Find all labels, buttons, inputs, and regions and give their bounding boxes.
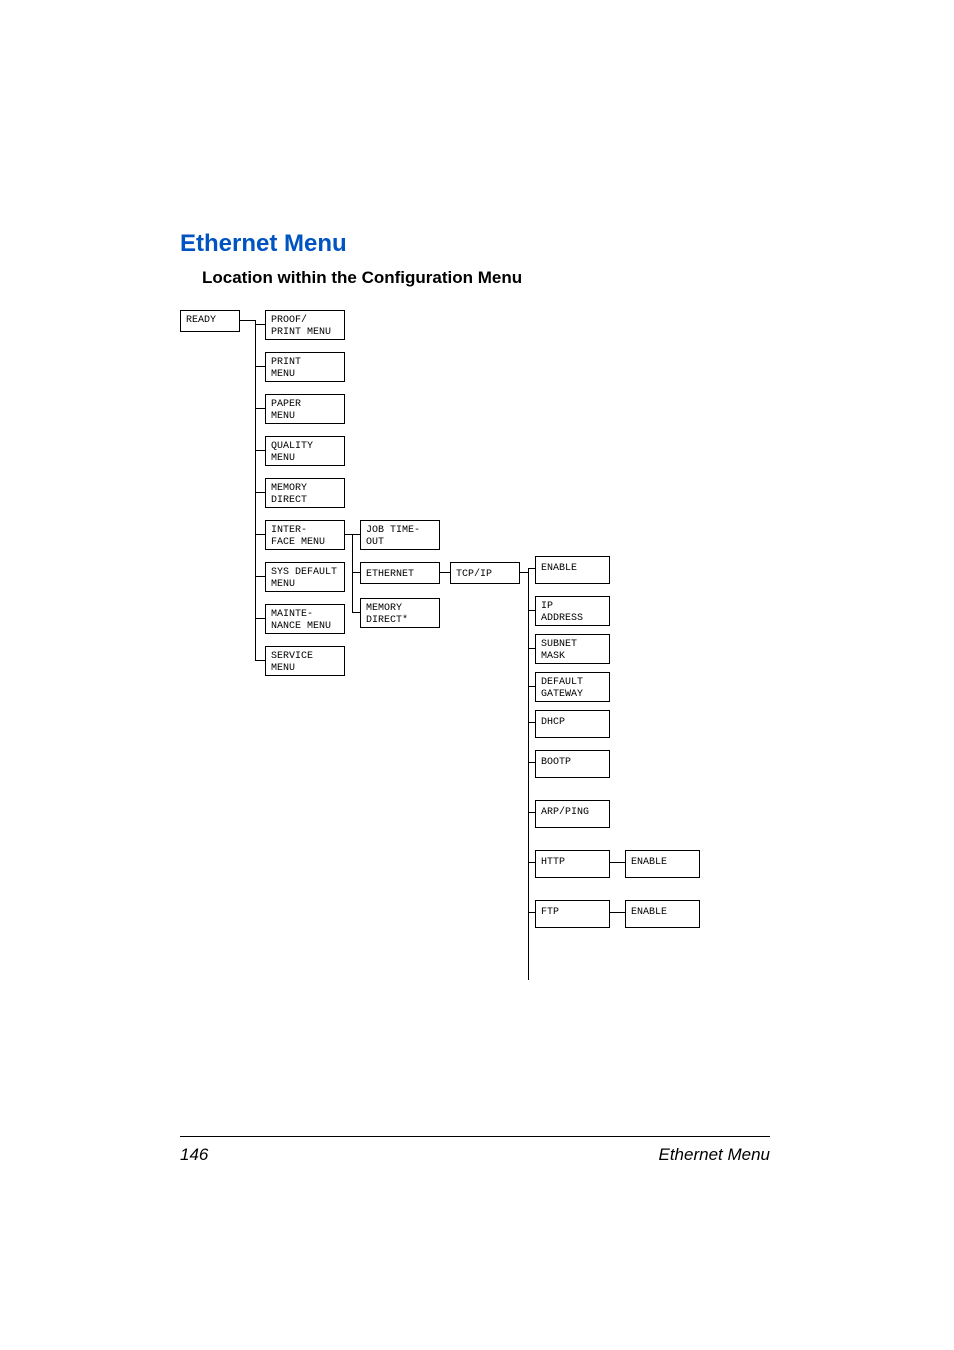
node-quality-menu: QUALITY MENU xyxy=(265,436,345,466)
section-title: Location within the Configuration Menu xyxy=(202,268,770,288)
page-footer: 146 Ethernet Menu xyxy=(180,1136,770,1165)
node-ftp-enable: ENABLE xyxy=(625,900,700,928)
node-interface-menu: INTER- FACE MENU xyxy=(265,520,345,550)
footer-section: Ethernet Menu xyxy=(658,1145,770,1165)
node-ready: READY xyxy=(180,310,240,332)
node-service-menu: SERVICE MENU xyxy=(265,646,345,676)
node-ftp: FTP xyxy=(535,900,610,928)
node-arp-ping: ARP/PING xyxy=(535,800,610,828)
menu-tree-diagram: READY PROOF/ PRINT MENU PRINT MENU PAPER… xyxy=(180,310,770,1060)
node-ethernet: ETHERNET xyxy=(360,562,440,584)
page-number: 146 xyxy=(180,1145,208,1165)
page-title: Ethernet Menu xyxy=(180,230,770,258)
node-maintenance-menu: MAINTE- NANCE MENU xyxy=(265,604,345,634)
node-subnet-mask: SUBNET MASK xyxy=(535,634,610,664)
node-ip-address: IP ADDRESS xyxy=(535,596,610,626)
node-print-menu: PRINT MENU xyxy=(265,352,345,382)
node-job-timeout: JOB TIME- OUT xyxy=(360,520,440,550)
node-dhcp: DHCP xyxy=(535,710,610,738)
node-sys-default-menu: SYS DEFAULT MENU xyxy=(265,562,345,592)
node-proof-print-menu: PROOF/ PRINT MENU xyxy=(265,310,345,340)
node-memory-direct: MEMORY DIRECT xyxy=(265,478,345,508)
node-bootp: BOOTP xyxy=(535,750,610,778)
node-http: HTTP xyxy=(535,850,610,878)
node-memory-direct-star: MEMORY DIRECT* xyxy=(360,598,440,628)
node-paper-menu: PAPER MENU xyxy=(265,394,345,424)
node-tcpip: TCP/IP xyxy=(450,562,520,584)
node-enable: ENABLE xyxy=(535,556,610,584)
node-default-gateway: DEFAULT GATEWAY xyxy=(535,672,610,702)
node-http-enable: ENABLE xyxy=(625,850,700,878)
